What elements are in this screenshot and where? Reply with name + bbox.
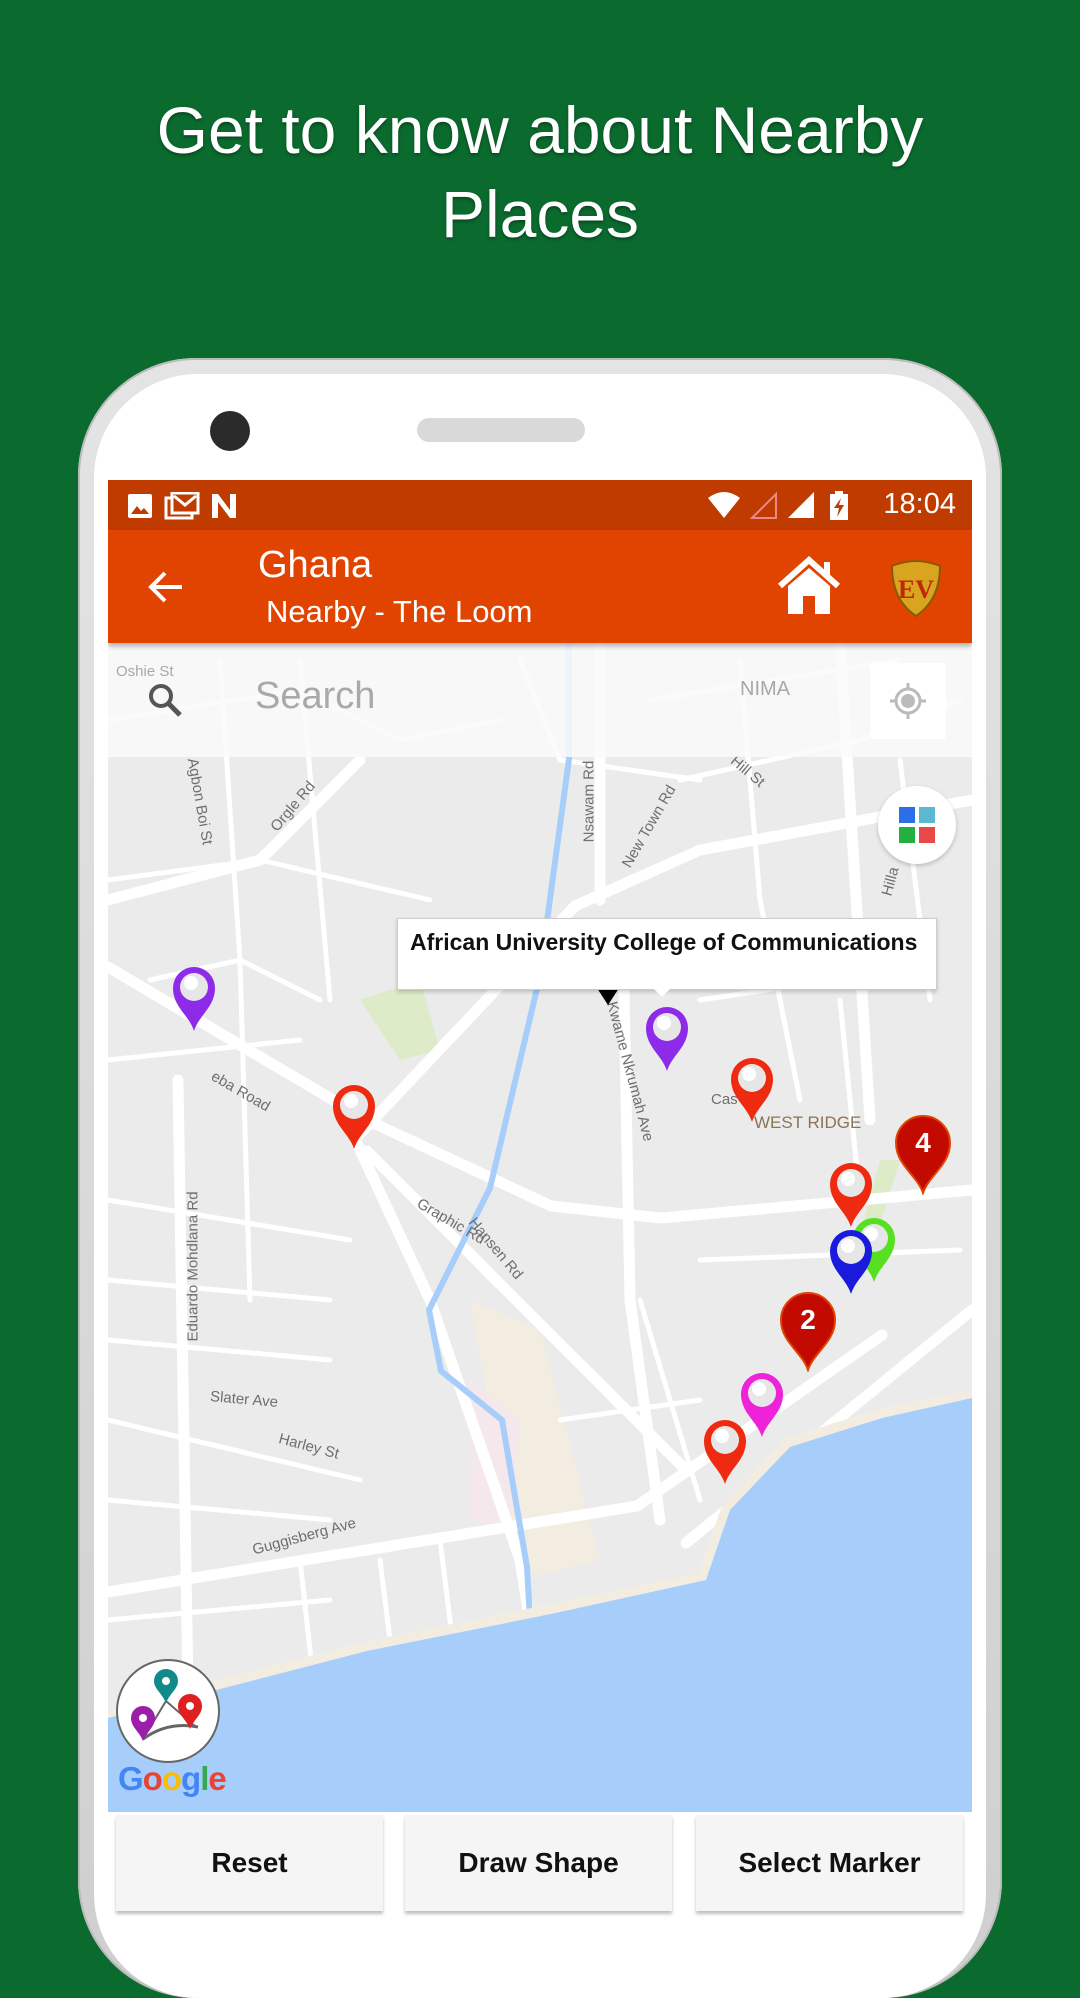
- app-title: Ghana: [258, 544, 373, 586]
- map-label: Oshie St: [116, 663, 174, 680]
- gmail-icon: [164, 492, 200, 520]
- map-marker-purple[interactable]: [169, 961, 219, 1033]
- image-icon: [128, 494, 152, 518]
- map-marker-purple[interactable]: [642, 1001, 692, 1073]
- search-bar[interactable]: Search: [108, 643, 972, 757]
- svg-text:EV: EV: [898, 575, 934, 604]
- my-location-button[interactable]: [870, 663, 946, 739]
- cluster-count: 2: [800, 1304, 816, 1335]
- phone-screen: 18:04 Ghana Nearby - The Loom EV Oshie S…: [108, 480, 972, 1920]
- crosshair-icon: [890, 683, 926, 719]
- map-label: Nsawam Rd: [580, 760, 598, 843]
- info-window-title: African University College of Communicat…: [410, 929, 918, 955]
- battery-charging-icon: [830, 491, 848, 520]
- info-window[interactable]: African University College of Communicat…: [397, 918, 937, 997]
- status-bar: 18:04: [108, 480, 972, 530]
- phone-speaker: [417, 418, 585, 442]
- home-icon[interactable]: [776, 556, 842, 616]
- ev-logo-icon[interactable]: EV: [888, 558, 944, 618]
- map-label: Eduardo Mohdlana Rd: [184, 1191, 202, 1342]
- map-marker-red[interactable]: [700, 1414, 750, 1486]
- bottom-button-bar: Reset Draw Shape Select Marker: [108, 1812, 972, 1920]
- headline-line-1: Get to know about Nearby: [156, 93, 924, 167]
- grid-icon: [899, 807, 915, 823]
- signal-full-icon: [788, 492, 814, 518]
- map-type-button[interactable]: [878, 786, 956, 864]
- google-logo: Google: [118, 1760, 227, 1797]
- search-icon[interactable]: [146, 681, 184, 719]
- headline-line-2: Places: [440, 177, 640, 251]
- status-time: 18:04: [883, 488, 956, 520]
- app-logo-button[interactable]: [116, 1659, 220, 1763]
- route-pins-icon: [131, 1669, 202, 1741]
- app-bar: Ghana Nearby - The Loom EV: [108, 530, 972, 643]
- map-marker-blue[interactable]: [826, 1224, 876, 1296]
- map-view[interactable]: Oshie St NIMA Agbon Boi St Orgle Rd Nsaw…: [108, 643, 972, 1812]
- marker-cluster[interactable]: 4: [892, 1113, 954, 1197]
- select-marker-button[interactable]: Select Marker: [696, 1815, 963, 1911]
- search-input[interactable]: Search: [255, 675, 375, 718]
- arrow-left-icon[interactable]: [146, 568, 186, 606]
- cluster-count: 4: [915, 1127, 931, 1158]
- map-marker-red[interactable]: [727, 1052, 777, 1124]
- map-label: NIMA: [740, 678, 790, 700]
- n-app-icon: [212, 494, 236, 518]
- headline: Get to know about Nearby Places: [0, 88, 1080, 256]
- draw-shape-button[interactable]: Draw Shape: [405, 1815, 672, 1911]
- wifi-icon: [708, 492, 740, 518]
- phone-camera: [210, 411, 250, 451]
- signal-empty-icon: [749, 491, 777, 519]
- map-marker-red[interactable]: [329, 1079, 379, 1151]
- app-subtitle: Nearby - The Loom: [266, 594, 533, 629]
- marker-cluster[interactable]: 2: [777, 1290, 839, 1374]
- reset-button[interactable]: Reset: [116, 1815, 383, 1911]
